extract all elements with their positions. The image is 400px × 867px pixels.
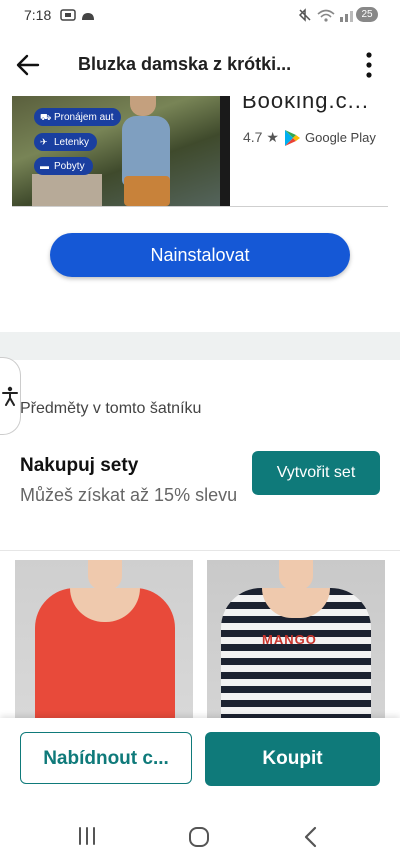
ad-house-shape: [32, 174, 102, 206]
google-play-icon: [285, 130, 300, 146]
accessibility-icon: [2, 386, 18, 406]
status-time: 7:18: [24, 7, 52, 23]
ad-divider: [12, 206, 388, 207]
ad-tag-car-rental: ⛟ Pronájem aut: [34, 108, 122, 126]
mannequin-neck: [88, 560, 122, 590]
nav-back-icon[interactable]: [301, 825, 321, 849]
battery-indicator: 25: [356, 7, 378, 22]
ad-door-shape: [220, 96, 230, 206]
shirt-print-text: MANGO: [262, 632, 317, 647]
wardrobe-heading: Předměty v tomto šatníku: [20, 400, 202, 417]
bundle-description: Můžeš získat až 15% slevu: [20, 485, 238, 505]
bed-icon: ▬: [40, 161, 49, 171]
ad-person-shorts: [124, 176, 170, 206]
notification-icons: [60, 9, 94, 21]
ad-app-name: Booking.c...: [242, 96, 369, 113]
make-offer-button[interactable]: Nabídnout c...: [20, 732, 192, 784]
bundle-title: Nakupuj sety: [20, 455, 139, 476]
create-set-button[interactable]: Vytvořit set: [252, 451, 380, 495]
ad-tag-flights: ✈ Letenky: [34, 133, 98, 151]
system-navigation-bar: [0, 804, 400, 867]
mannequin-neck: [279, 560, 313, 590]
home-icon[interactable]: [188, 826, 210, 848]
bottom-action-bar: Nabídnout c... Koupit: [0, 718, 400, 804]
car-icon: ⛟: [40, 112, 52, 122]
buy-button[interactable]: Koupit: [205, 732, 380, 786]
accessibility-tab[interactable]: [0, 357, 21, 435]
recent-apps-icon[interactable]: [76, 826, 98, 846]
ad-banner[interactable]: ⛟ Pronájem aut ✈ Letenky ▬ Pobyty Booking.c…: [0, 96, 400, 332]
install-button[interactable]: Nainstalovat: [50, 233, 350, 277]
section-separator: [0, 332, 400, 360]
plane-icon: ✈: [40, 137, 48, 147]
ad-tag-stays: ▬ Pobyty: [34, 157, 93, 175]
google-play-label: Google Play: [305, 130, 376, 145]
item-photo-red-tshirt[interactable]: [15, 560, 193, 720]
more-options-icon[interactable]: [358, 48, 380, 82]
status-bar: 7:18 25: [0, 0, 400, 34]
back-arrow-icon[interactable]: [12, 50, 44, 80]
ad-rating: 4.7 ★: [243, 129, 279, 145]
app-header: Bluzka damska z krótki...: [0, 34, 400, 96]
item-photo-striped-tshirt[interactable]: MANGO: [207, 560, 385, 720]
ad-image[interactable]: ⛟ Pronájem aut ✈ Letenky ▬ Pobyty: [12, 96, 230, 206]
ad-person-head: [130, 96, 156, 116]
bundle-divider: [0, 550, 400, 551]
page-title: Bluzka damska z krótki...: [78, 54, 292, 74]
